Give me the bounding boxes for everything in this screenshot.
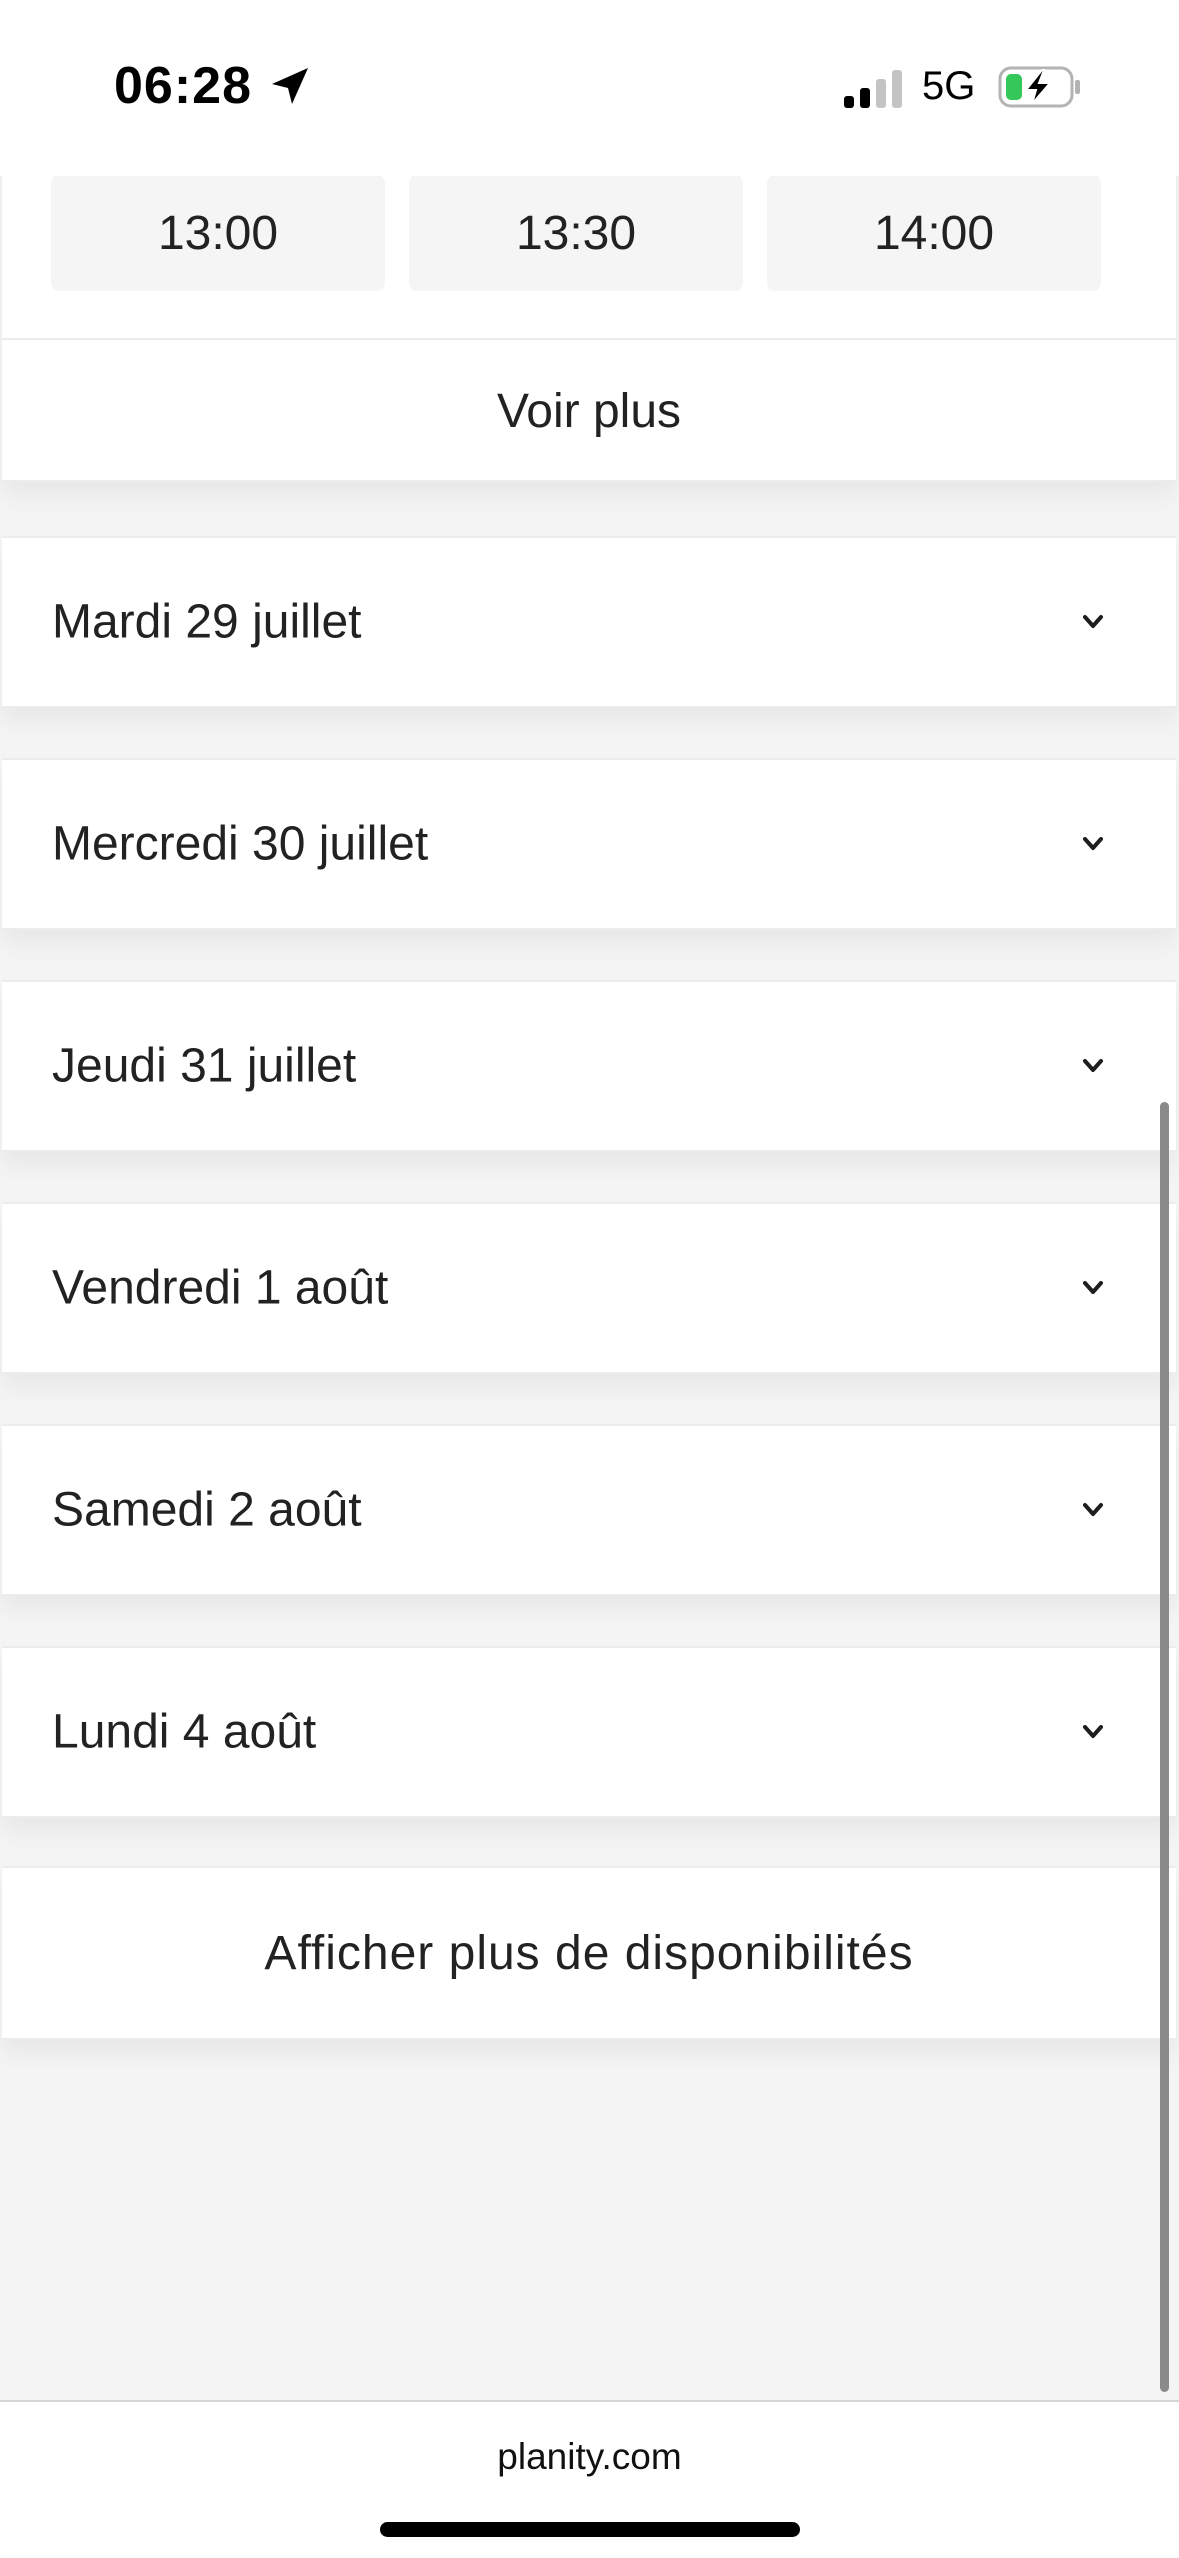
scrollbar[interactable]	[1160, 1102, 1169, 2392]
chevron-down-icon	[1083, 1281, 1103, 1294]
day-row-lundi-4-aout[interactable]: Lundi 4 août	[2, 1646, 1176, 1818]
battery-charging-icon	[998, 66, 1080, 108]
availability-list: 13:00 13:30 14:00 Voir plus Mardi 29 jui…	[0, 0, 1179, 2400]
day-row-mardi-29-juillet[interactable]: Mardi 29 juillet	[2, 536, 1176, 708]
chevron-down-icon	[1083, 1503, 1103, 1516]
day-label: Mercredi 30 juillet	[52, 817, 429, 871]
status-time: 06:28	[114, 57, 252, 115]
home-indicator[interactable]	[380, 2522, 800, 2537]
url-label[interactable]: planity.com	[0, 2436, 1179, 2478]
time-slot-button[interactable]: 13:00	[51, 175, 385, 291]
day-label: Vendredi 1 août	[52, 1261, 389, 1315]
time-slot-button[interactable]: 13:30	[409, 175, 743, 291]
location-arrow-icon	[272, 68, 308, 104]
network-label: 5G	[922, 64, 976, 108]
chevron-down-icon	[1083, 1725, 1103, 1738]
day-row-samedi-2-aout[interactable]: Samedi 2 août	[2, 1424, 1176, 1596]
chevron-down-icon	[1083, 837, 1103, 850]
chevron-down-icon	[1083, 1059, 1103, 1072]
see-more-button[interactable]: Voir plus	[2, 338, 1176, 482]
day-row-vendredi-1-aout[interactable]: Vendredi 1 août	[2, 1202, 1176, 1374]
browser-bottom-bar: planity.com	[0, 2400, 1179, 2558]
day-label: Jeudi 31 juillet	[52, 1039, 357, 1093]
day-label: Mardi 29 juillet	[52, 595, 362, 649]
status-bar: 06:28 5G	[0, 0, 1179, 176]
day-label: Lundi 4 août	[52, 1705, 317, 1759]
time-slot-button[interactable]: 14:00	[767, 175, 1101, 291]
chevron-down-icon	[1083, 615, 1103, 628]
signal-icon	[844, 70, 902, 108]
day-row-jeudi-31-juillet[interactable]: Jeudi 31 juillet	[2, 980, 1176, 1152]
day-label: Samedi 2 août	[52, 1483, 362, 1537]
day-row-mercredi-30-juillet[interactable]: Mercredi 30 juillet	[2, 758, 1176, 930]
time-slots-card: 13:00 13:30 14:00 Voir plus	[2, 150, 1176, 482]
show-more-availability-button[interactable]: Afficher plus de disponibilités	[2, 1866, 1176, 2040]
